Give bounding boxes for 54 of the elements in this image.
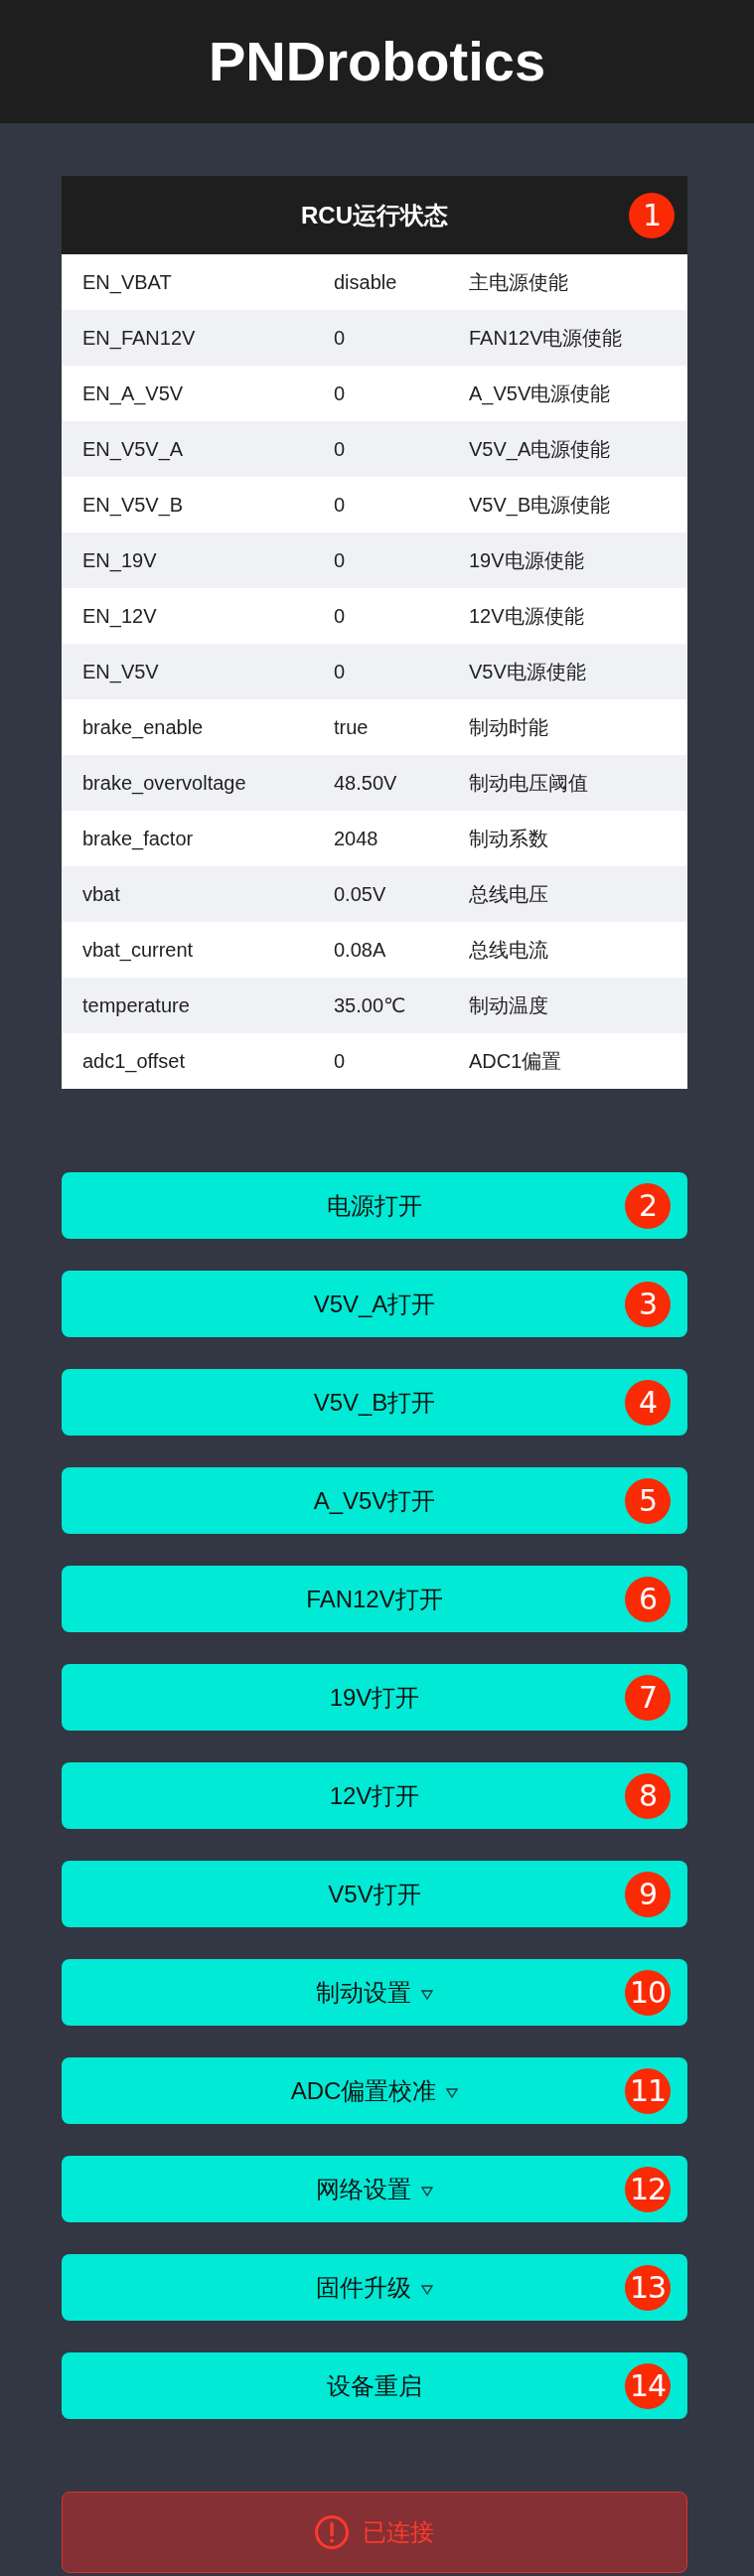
- table-cell: EN_19V: [82, 548, 157, 572]
- table-cell: 0: [334, 604, 346, 628]
- table-cell-text: 总线电压: [469, 881, 548, 907]
- table-cell: EN_A_V5V: [82, 381, 184, 405]
- table-cell: 0: [334, 1049, 346, 1073]
- table-cell-text: 制动系数: [469, 826, 548, 851]
- table-cell-text: A_V5V电源使能: [469, 380, 611, 407]
- alert-icon: [315, 2515, 349, 2549]
- table-cell-text: 19V电源使能: [469, 547, 584, 573]
- table-cell: brake_factor: [82, 827, 194, 850]
- number-badge: 1: [629, 192, 675, 238]
- table-cell: EN_V5V_B: [82, 493, 184, 517]
- table-cell-text: 制动温度: [469, 992, 548, 1018]
- app-title: PNDrobotics: [208, 31, 546, 92]
- table-cell-text: V5V_B电源使能: [469, 492, 611, 519]
- table-cell: 48.50V: [334, 771, 397, 795]
- caret-icon: [421, 2186, 433, 2197]
- table-cell: brake_enable: [82, 715, 204, 739]
- table-cell: 0: [334, 437, 346, 461]
- status-text: 已连接: [363, 2517, 434, 2547]
- table-cell-text: 制动电压阈值: [469, 770, 588, 796]
- table-cell: EN_V5V_A: [82, 437, 184, 461]
- caret-icon: [421, 1989, 433, 2000]
- table-cell: 0: [334, 660, 346, 683]
- table-cell: disable: [334, 270, 397, 294]
- caret-icon: [446, 2087, 459, 2098]
- table-cell: 0: [334, 326, 346, 350]
- table-cell: 0.08A: [334, 938, 386, 962]
- table-cell: true: [334, 715, 369, 739]
- table-cell: EN_VBAT: [82, 270, 172, 294]
- table-cell-text: 制动时能: [469, 714, 548, 740]
- table-cell-text: FAN12V电源使能: [469, 325, 623, 351]
- table-cell-text: 主电源使能: [469, 269, 568, 295]
- table-cell-text: V5V电源使能: [469, 659, 586, 684]
- table-cell: temperature: [82, 993, 190, 1017]
- table-cell-text: V5V_A电源使能: [469, 436, 611, 463]
- table-cell: adc1_offset: [82, 1049, 186, 1073]
- table-cell: vbat: [82, 882, 120, 906]
- table-cell: 0: [334, 493, 346, 517]
- table-cell: EN_FAN12V: [82, 326, 196, 350]
- table-title: RCU运行状态: [301, 200, 448, 230]
- table-cell: EN_12V: [82, 604, 157, 628]
- table-cell: vbat_current: [82, 938, 194, 962]
- table-cell: 0: [334, 548, 346, 572]
- table-cell-text: ADC1偏置: [469, 1048, 562, 1074]
- table-cell-text: 总线电流: [469, 937, 548, 963]
- table-cell: 2048: [334, 827, 378, 850]
- table-cell-text: 12V电源使能: [469, 603, 584, 629]
- table-cell: EN_V5V: [82, 660, 159, 683]
- table-cell: 35.00℃: [334, 993, 406, 1017]
- table-cell: brake_overvoltage: [82, 771, 246, 795]
- table-cell: 0: [334, 381, 346, 405]
- caret-icon: [421, 2284, 433, 2295]
- table-cell: 0.05V: [334, 882, 386, 906]
